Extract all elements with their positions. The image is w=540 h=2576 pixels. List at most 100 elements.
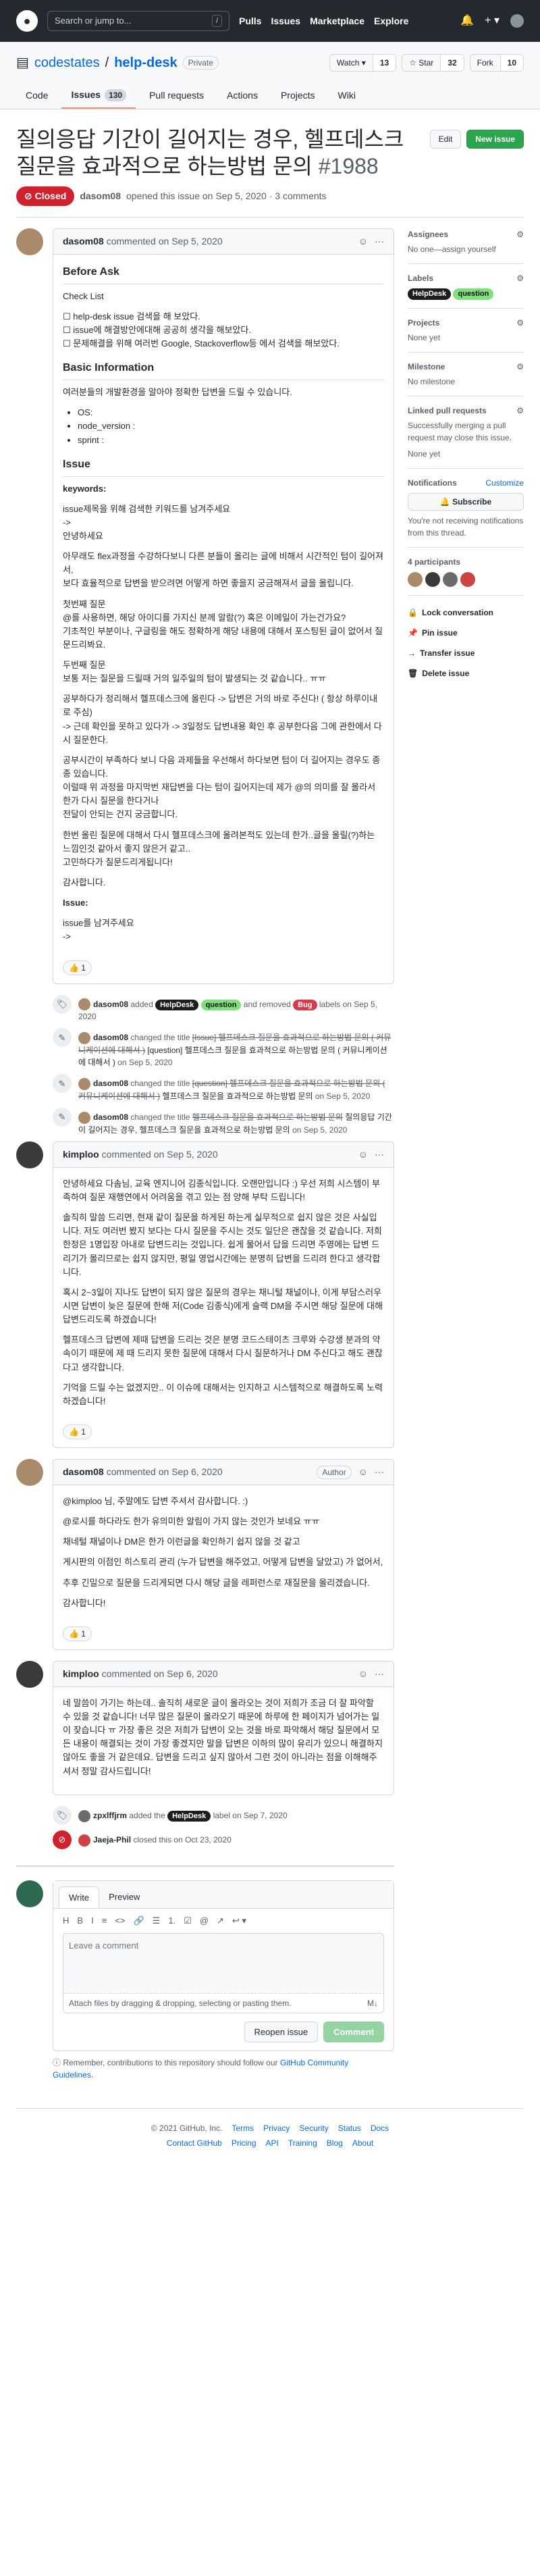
gear-icon[interactable]: ⚙ [516, 317, 524, 329]
attach-files-area[interactable]: Attach files by dragging & dropping, sel… [63, 1993, 384, 2013]
avatar[interactable] [408, 571, 423, 587]
tab-wiki[interactable]: Wiki [329, 82, 365, 109]
user-avatar[interactable] [510, 14, 524, 28]
footer-link-training[interactable]: Training [288, 2137, 317, 2149]
kebab-menu-icon[interactable]: ··· [375, 1667, 384, 1681]
label-helpdesk[interactable]: HelpDesk [408, 288, 452, 300]
footer-link-terms[interactable]: Terms [232, 2122, 254, 2134]
reply-icon[interactable]: ↩ ▾ [232, 1914, 246, 1928]
footer-link-api[interactable]: API [266, 2137, 279, 2149]
smiley-icon[interactable]: ☺ [358, 234, 368, 249]
nav-link-issues[interactable]: Issues [271, 14, 300, 28]
github-logo-icon[interactable]: ● [16, 10, 38, 32]
avatar[interactable] [16, 1459, 43, 1487]
avatar[interactable] [443, 571, 458, 587]
pin-issue-action[interactable]: 📌 Pin issue [408, 623, 524, 643]
avatar[interactable] [78, 998, 90, 1011]
comment-author[interactable]: dasom08 [63, 234, 104, 249]
search-input[interactable]: Search or jump to... / [47, 11, 230, 31]
footer-link-status[interactable]: Status [338, 2122, 361, 2134]
quote-icon[interactable]: ≡ [102, 1914, 107, 1928]
fork-button[interactable]: Fork 10 [469, 54, 524, 72]
thumbs-up-reaction[interactable]: 👍 1 [63, 960, 92, 975]
checklist-item[interactable]: issue에 해결방안에대해 공공히 생각을 해보았다. [63, 324, 384, 337]
repo-owner-link[interactable]: codestates [34, 53, 100, 73]
transfer-issue-action[interactable]: → Transfer issue [408, 643, 524, 663]
avatar[interactable] [78, 1078, 90, 1091]
gear-icon[interactable]: ⚙ [516, 361, 524, 373]
footer-link-about[interactable]: About [352, 2137, 373, 2149]
bell-icon[interactable]: 🔔 [460, 13, 474, 29]
kebab-menu-icon[interactable]: ··· [375, 234, 384, 249]
comment-author[interactable]: kimploo [63, 1667, 99, 1681]
comment-button[interactable]: Comment [323, 2021, 384, 2043]
tab-issues[interactable]: Issues 130 [61, 82, 136, 109]
event-actor[interactable]: dasom08 [93, 1000, 128, 1009]
avatar[interactable] [425, 571, 440, 587]
customize-link[interactable]: Customize [485, 477, 524, 489]
event-actor[interactable]: dasom08 [93, 1079, 128, 1088]
kebab-menu-icon[interactable]: ··· [375, 1465, 384, 1479]
event-actor[interactable]: dasom08 [93, 1112, 128, 1122]
gear-icon[interactable]: ⚙ [516, 272, 524, 284]
smiley-icon[interactable]: ☺ [358, 1148, 368, 1162]
label-helpdesk[interactable]: HelpDesk [167, 1810, 211, 1822]
smiley-icon[interactable]: ☺ [358, 1667, 368, 1681]
avatar[interactable] [78, 1809, 90, 1822]
label-bug[interactable]: Bug [293, 999, 317, 1011]
tab-code[interactable]: Code [16, 82, 57, 109]
tab-actions[interactable]: Actions [217, 82, 267, 109]
reopen-issue-button[interactable]: Reopen issue [244, 2021, 319, 2043]
numbered-list-icon[interactable]: 1. [168, 1914, 176, 1928]
italic-icon[interactable]: I [91, 1914, 94, 1928]
task-list-icon[interactable]: ☑ [184, 1914, 192, 1928]
tab-write[interactable]: Write [59, 1886, 100, 1909]
avatar[interactable] [78, 1834, 90, 1847]
link-icon[interactable]: 🔗 [133, 1914, 144, 1928]
smiley-icon[interactable]: ☺ [358, 1465, 368, 1479]
footer-link-docs[interactable]: Docs [371, 2122, 389, 2134]
heading-icon[interactable]: H [63, 1914, 69, 1928]
checklist-item[interactable]: 문제해결을 위해 여러번 Google, Stackoverflow등 에서 검… [63, 337, 384, 351]
checklist-item[interactable]: help-desk issue 검색을 해 보았다. [63, 310, 384, 324]
nav-link-explore[interactable]: Explore [374, 14, 408, 28]
comment-textarea[interactable]: Leave a comment [63, 1932, 384, 1994]
footer-link-privacy[interactable]: Privacy [263, 2122, 290, 2134]
kebab-menu-icon[interactable]: ··· [375, 1148, 384, 1162]
avatar[interactable] [78, 1111, 90, 1124]
label-question[interactable]: question [200, 999, 242, 1011]
comment-author[interactable]: dasom08 [63, 1465, 104, 1479]
avatar[interactable] [78, 1032, 90, 1045]
tab-preview[interactable]: Preview [99, 1886, 149, 1909]
star-button[interactable]: ☆ Star 32 [402, 54, 464, 72]
footer-link-blog[interactable]: Blog [327, 2137, 343, 2149]
footer-link-pricing[interactable]: Pricing [232, 2137, 256, 2149]
subscribe-button[interactable]: 🔔 Subscribe [408, 492, 524, 511]
code-icon[interactable]: <> [115, 1914, 125, 1928]
avatar[interactable] [16, 1880, 43, 1907]
label-question[interactable]: question [453, 288, 494, 300]
avatar[interactable] [16, 1141, 43, 1168]
event-actor[interactable]: dasom08 [93, 1033, 128, 1042]
reference-icon[interactable]: ↗ [217, 1914, 224, 1928]
gear-icon[interactable]: ⚙ [516, 405, 524, 417]
avatar[interactable] [460, 571, 475, 587]
issue-author-link[interactable]: dasom08 [80, 189, 121, 203]
thumbs-up-reaction[interactable]: 👍 1 [63, 1626, 92, 1641]
nav-link-pulls[interactable]: Pulls [239, 14, 261, 28]
label-helpdesk[interactable]: HelpDesk [155, 999, 199, 1011]
new-issue-button[interactable]: New issue [466, 130, 524, 149]
comment-author[interactable]: kimploo [63, 1148, 99, 1162]
avatar[interactable] [16, 228, 43, 255]
nav-link-marketplace[interactable]: Marketplace [310, 14, 364, 28]
bold-icon[interactable]: B [77, 1914, 83, 1928]
gear-icon[interactable]: ⚙ [516, 228, 524, 240]
watch-button[interactable]: Watch ▾ 13 [329, 54, 397, 72]
repo-name-link[interactable]: help-desk [114, 53, 177, 73]
mention-icon[interactable]: @ [200, 1914, 209, 1928]
bulleted-list-icon[interactable]: ☰ [153, 1914, 161, 1928]
footer-link-contact-github[interactable]: Contact GitHub [167, 2137, 222, 2149]
tab-projects[interactable]: Projects [271, 82, 325, 109]
edit-title-button[interactable]: Edit [429, 130, 462, 149]
footer-link-security[interactable]: Security [299, 2122, 328, 2134]
